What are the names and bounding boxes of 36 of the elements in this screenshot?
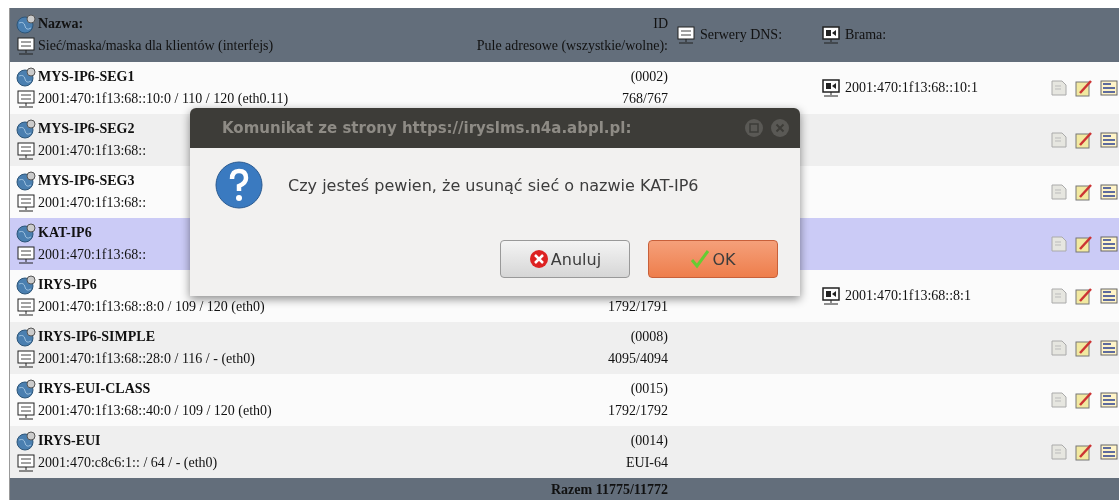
network-name: MYS-IP6-SEG1 [38,68,135,86]
network-id: (0015) [630,380,668,398]
network-address: 2001:470:1f13:68::8:0 / 109 / 120 (eth0) [38,298,265,316]
network-address: 2001:470:1f13:68::10:0 / 110 / 120 (eth0.11) [38,90,289,108]
network-name: IRYS-IP6-SIMPLE [38,328,155,346]
network-address: 2001:470:c8c6:1:: / 64 / - (eth0) [38,454,218,472]
column-header: Nazwa: [38,15,84,33]
network-address: 2001:470:1f13:68:: [38,142,147,160]
address-pool: 768/767 [622,90,668,108]
network-id: (0002) [630,68,668,86]
network-name: IRYS-IP6 [38,276,97,294]
address-pool: EUI-64 [626,454,668,472]
network-address: 2001:470:1f13:68::28:0 / 116 / - (eth0) [38,350,255,368]
dialog-title: Komunikat ze strony https://iryslms.n4a.abpl.pl: [222,119,633,137]
column-header: ID [653,15,668,33]
network-address: 2001:470:1f13:68:: [38,246,147,264]
network-name: KAT-IP6 [38,224,92,242]
gateway-address: 2001:470:1f13:68::10:1 [845,79,978,97]
column-header: Serwery DNS: [700,26,783,44]
address-pool: 1792/1791 [608,298,668,316]
network-address: 2001:470:1f13:68::40:0 / 109 / 120 (eth0) [38,402,272,420]
network-address: 2001:470:1f13:68:: [38,194,147,212]
network-name: IRYS-EUI [38,432,101,450]
network-name: MYS-IP6-SEG3 [38,172,135,190]
address-pool: 4095/4094 [608,350,668,368]
gateway-address: 2001:470:1f13:68::8:1 [845,287,971,305]
column-header: Pule adresowe (wszystkie/wolne): [476,37,668,55]
address-pool: 1792/1792 [608,402,668,420]
network-name: MYS-IP6-SEG2 [38,120,135,138]
dialog-message: Czy jesteś pewien, że usunąć sieć o nazwie KAT-IP6 [288,175,699,195]
network-name: IRYS-EUI-CLASS [38,380,151,398]
network-id: (0014) [630,432,668,450]
column-header: Sieć/maska/maska dla klientów (interfejs) [38,37,274,55]
column-header: Brama: [845,26,887,44]
network-id: (0008) [630,328,668,346]
total-summary: Razem 11775/11772 [549,481,669,499]
